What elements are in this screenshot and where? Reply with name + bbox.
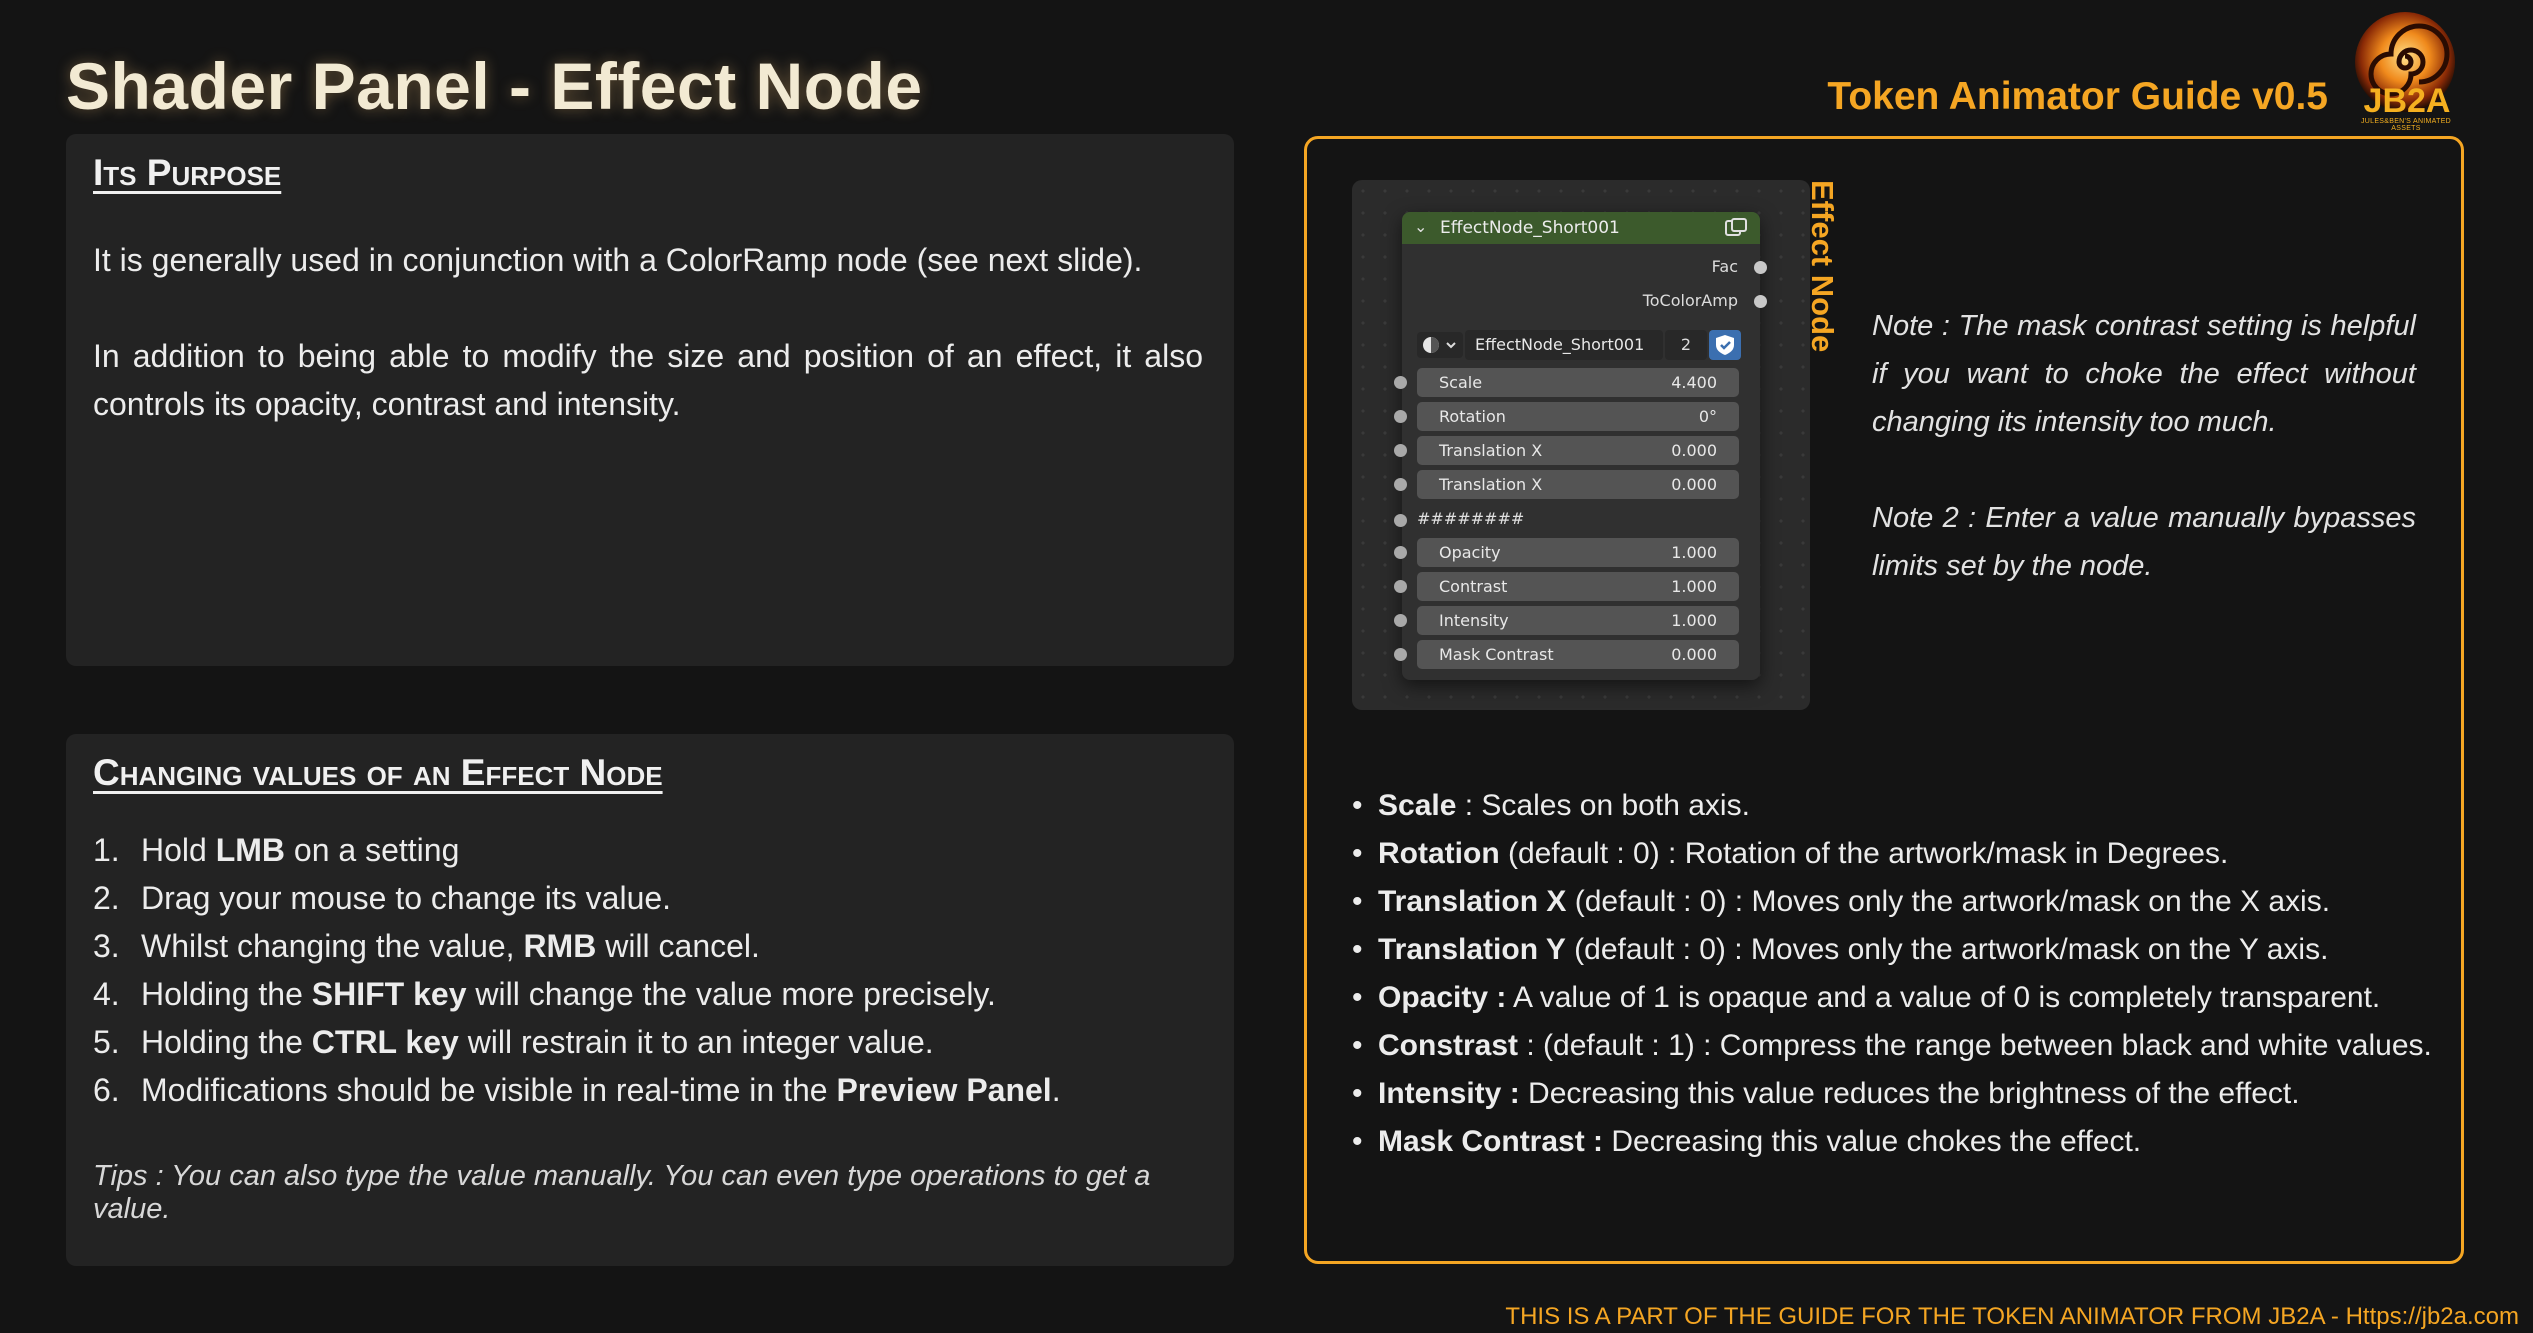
list-item: • Rotation (default : 0) : Rotation of th… — [1352, 837, 2229, 870]
output-tocolorramp-socket[interactable] — [1754, 295, 1767, 308]
node-tree-icon[interactable] — [1417, 332, 1463, 358]
list-item: 2. Drag your mouse to change its value. — [93, 880, 672, 916]
separator-socket[interactable] — [1394, 514, 1407, 527]
input-socket[interactable] — [1394, 478, 1407, 491]
logo-text: JB2A — [2363, 82, 2451, 120]
node-name: EffectNode_Short001 — [1440, 218, 1620, 238]
scale-field[interactable]: Scale 4.400 — [1394, 368, 1739, 397]
node-group-icon[interactable] — [1724, 217, 1748, 239]
purpose-paragraph-1: It is generally used in conjunction with… — [93, 242, 1143, 278]
group-name-field[interactable]: EffectNode_Short001 — [1465, 330, 1663, 360]
input-socket[interactable] — [1394, 546, 1407, 559]
input-socket[interactable] — [1394, 614, 1407, 627]
input-socket[interactable] — [1394, 444, 1407, 457]
input-socket[interactable] — [1394, 580, 1407, 593]
changing-heading: Changing values of an Effect Node — [93, 752, 663, 793]
output-tocolorramp-label: ToColorAmp — [1642, 291, 1738, 310]
separator-label: ######## — [1417, 509, 1525, 528]
purpose-heading: Its Purpose — [93, 152, 282, 193]
translation-y-field[interactable]: Translation X 0.000 — [1394, 470, 1739, 499]
logo-subtitle: JULES&BEN'S ANIMATED ASSETS — [2360, 118, 2452, 132]
effect-node-vertical-label: Effect Node — [1805, 180, 1840, 353]
page-title: Shader Panel - Effect Node — [66, 49, 923, 123]
tips-text: Tips : You can also type the value manua… — [93, 1160, 1151, 1225]
changing-values-panel: Changing values of an Effect Node 1. Hold… — [66, 734, 1234, 1266]
chevron-down-icon[interactable]: ⌄ — [1414, 217, 1427, 236]
purpose-panel: Its Purpose It is generally used in conj… — [66, 134, 1234, 666]
settings-bullet-list: • Scale : Scales on both axis. • Rotation … — [1352, 782, 2442, 1166]
note-2: Note 2 : Enter a value manually bypasses… — [1872, 502, 2416, 582]
input-socket[interactable] — [1394, 376, 1407, 389]
mask-contrast-field[interactable]: Mask Contrast 0.000 — [1394, 640, 1739, 669]
list-item: 4. Holding the SHIFT key will change the … — [93, 976, 996, 1012]
list-item: 3. Whilst changing the value, RMB will ca… — [93, 928, 760, 964]
list-item: • Scale : Scales on both axis. — [1352, 789, 1750, 822]
fake-user-shield-icon[interactable] — [1709, 330, 1741, 360]
footer-credit: THIS IS A PART OF THE GUIDE FOR THE TOKE… — [1505, 1303, 2519, 1330]
list-item: 5. Holding the CTRL key will restrain it … — [93, 1024, 934, 1060]
list-item: • Constrast : (default : 1) : Compress th… — [1352, 1029, 2432, 1062]
output-fac-label: Fac — [1711, 257, 1738, 276]
list-item: 1. Hold LMB on a setting — [93, 832, 460, 868]
input-socket[interactable] — [1394, 648, 1407, 661]
node-header[interactable]: ⌄ EffectNode_Short001 — [1402, 212, 1760, 244]
list-item: • Mask Contrast : Decreasing this value c… — [1352, 1125, 2142, 1158]
contrast-field[interactable]: Contrast 1.000 — [1394, 572, 1739, 601]
output-fac-socket[interactable] — [1754, 261, 1767, 274]
translation-x-field[interactable]: Translation X 0.000 — [1394, 436, 1739, 465]
list-item: 6. Modifications should be visible in rea… — [93, 1072, 1061, 1108]
list-item: • Opacity : A value of 1 is opaque and a … — [1352, 981, 2381, 1014]
input-socket[interactable] — [1394, 410, 1407, 423]
rotation-field[interactable]: Rotation 0° — [1394, 402, 1739, 431]
guide-title: Token Animator Guide v0.5 — [1827, 75, 2328, 118]
group-user-count[interactable]: 2 — [1665, 330, 1707, 360]
opacity-field[interactable]: Opacity 1.000 — [1394, 538, 1739, 567]
list-item: • Translation Y (default : 0) : Moves onl… — [1352, 933, 2329, 966]
list-item: • Translation X (default : 0) : Moves onl… — [1352, 885, 2331, 918]
purpose-paragraph-2: In addition to being able to modify the … — [93, 338, 1203, 422]
list-item: • Intensity : Decreasing this value reduc… — [1352, 1077, 2300, 1110]
note-1: Note : The mask contrast setting is help… — [1872, 310, 2416, 438]
steps-list: 1. Hold LMB on a setting 2. Drag your mous… — [93, 826, 1213, 1114]
effect-node[interactable]: ⌄ EffectNode_Short001 Fac ToColorAmp Eff… — [1394, 212, 1767, 680]
intensity-field[interactable]: Intensity 1.000 — [1394, 606, 1739, 635]
node-group-selector[interactable]: EffectNode_Short001 2 — [1417, 330, 1747, 360]
